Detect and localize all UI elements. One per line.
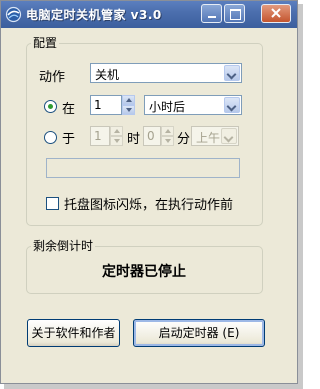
tray-blink-checkbox[interactable] — [46, 197, 59, 210]
config-group-label: 配置 — [31, 34, 60, 51]
action-select-value: 关机 — [95, 68, 120, 82]
minimize-button[interactable] — [201, 4, 222, 23]
action-label: 动作 — [39, 70, 66, 85]
window-shadow-bottom — [4, 384, 303, 389]
spin-down-icon[interactable] — [161, 136, 174, 146]
at-radio[interactable] — [44, 131, 57, 144]
in-unit-value: 小时后 — [149, 100, 186, 114]
at-label: 于 — [62, 132, 76, 147]
chevron-down-icon[interactable] — [224, 97, 240, 113]
command-field[interactable] — [46, 158, 240, 178]
ampm-value: 上午 — [196, 131, 221, 145]
action-select[interactable]: 关机 — [90, 63, 242, 83]
in-unit-select[interactable]: 小时后 — [144, 95, 242, 115]
countdown-group-label: 剩余倒计时 — [31, 237, 96, 254]
minute-label: 分 — [177, 132, 191, 147]
in-value-stepper[interactable]: 1 — [90, 95, 135, 115]
title-bar[interactable]: 电脑定时关机管家 v3.0 — [1, 1, 297, 28]
chevron-down-icon[interactable] — [224, 65, 240, 81]
at-hour-stepper[interactable]: 1 — [90, 126, 123, 146]
start-timer-button[interactable]: 启动定时器 (E) — [133, 319, 265, 347]
close-button[interactable] — [261, 4, 291, 23]
window-title: 电脑定时关机管家 v3.0 — [26, 8, 162, 22]
in-radio[interactable] — [44, 100, 57, 113]
close-icon — [271, 8, 281, 18]
in-value: 1 — [94, 98, 102, 112]
in-label: 在 — [62, 102, 76, 117]
at-minute-stepper[interactable]: 0 — [143, 126, 174, 146]
maximize-button[interactable] — [224, 4, 245, 23]
maximize-icon — [230, 9, 241, 20]
window-shadow-right — [298, 4, 303, 389]
minimize-icon — [208, 16, 216, 18]
app-globe-icon — [5, 6, 22, 23]
at-minute-value: 0 — [147, 129, 155, 143]
tray-blink-label: 托盘图标闪烁，在执行动作前 — [64, 198, 234, 213]
spin-up-icon[interactable] — [110, 126, 123, 136]
about-button[interactable]: 关于软件和作者 — [27, 319, 120, 347]
spin-up-icon[interactable] — [122, 95, 135, 105]
chevron-down-icon[interactable] — [221, 128, 237, 144]
ampm-select[interactable]: 上午 — [191, 126, 239, 146]
at-hour-value: 1 — [94, 129, 102, 143]
app-window: 电脑定时关机管家 v3.0 配置 动作 关机 在 1 小时后 于 1 时 0 分… — [0, 0, 298, 384]
countdown-status: 定时器已停止 — [102, 264, 186, 280]
hour-label: 时 — [127, 132, 141, 147]
spin-down-icon[interactable] — [122, 105, 135, 115]
spin-up-icon[interactable] — [161, 126, 174, 136]
spin-down-icon[interactable] — [110, 136, 123, 146]
